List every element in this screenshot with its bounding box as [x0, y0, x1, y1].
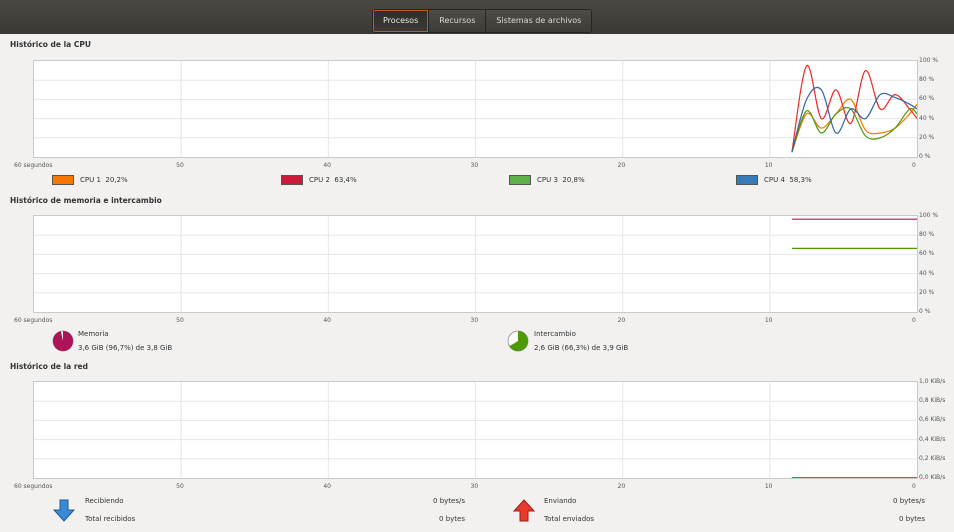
mem-x-tick-label: 0 [912, 317, 916, 324]
memory-history-graph [33, 215, 918, 313]
cpu-y-tick-label: 80 % [919, 76, 935, 84]
net-x-tick-label: 30 [470, 483, 479, 490]
mem-x-tick-label: 10 [764, 317, 773, 324]
net-y-tick-label: 0,4 KiB/s [919, 435, 946, 443]
intercambio-pie-icon[interactable] [507, 330, 529, 352]
cpu-x-tick-label: 30 [470, 162, 479, 169]
net-y-tick-label: 0,8 KiB/s [919, 397, 946, 405]
title-bar: Procesos Recursos Sistemas de archivos [0, 0, 954, 34]
enviando-label: Enviando [544, 497, 577, 505]
total-enviados-value: 0 bytes [899, 515, 925, 523]
cpu1-color-swatch[interactable] [52, 175, 74, 185]
cpu-series-line-4 [791, 86, 917, 153]
cpu-y-tick-label: 60 % [919, 95, 935, 103]
cpu2-value: 63,4% [334, 176, 357, 184]
net-y-tick-label: 1,0 KiB/s [919, 378, 946, 385]
network-history-graph [33, 381, 918, 479]
mem-plot-svg [34, 216, 917, 312]
cpu-y-tick-label: 0 % [919, 153, 931, 160]
mem-y-tick-label: 0 % [919, 308, 931, 315]
cpu-history-graph [33, 60, 918, 158]
net-x-tick-label: 40 [323, 483, 331, 490]
tab-procesos[interactable]: Procesos [373, 10, 430, 32]
tab-recursos[interactable]: Recursos [429, 10, 487, 32]
cpu3-color-swatch[interactable] [509, 175, 531, 185]
cpu-x-tick-label: 0 [912, 162, 916, 169]
total-recibidos-label: Total recibidos [85, 515, 136, 523]
recibiendo-value: 0 bytes/s [433, 497, 465, 505]
cpu-series-line-2 [791, 65, 917, 153]
net-x-tick-label: 20 [617, 483, 626, 490]
intercambio-label: Intercambio [534, 330, 576, 338]
net-plot-svg [34, 382, 917, 478]
net-y-tick-label: 0,0 KiB/s [919, 474, 946, 481]
cpu2-color-swatch[interactable] [281, 175, 303, 185]
legend-cpu2[interactable]: CPU 2 63,4% [281, 175, 357, 185]
memory-section-title: Histórico de memoria e intercambio [10, 196, 162, 205]
cpu-x-tick-label: 10 [764, 162, 773, 169]
mem-x-tick-label: 30 [470, 317, 479, 324]
cpu-x-tick-label: 20 [617, 162, 626, 169]
legend-cpu4[interactable]: CPU 4 58,3% [736, 175, 812, 185]
mem-x-tick-label: 40 [323, 317, 331, 324]
cpu-series-line-1 [791, 98, 917, 153]
total-recibidos-value: 0 bytes [439, 515, 465, 523]
cpu-y-tick-label: 100 % [919, 57, 939, 64]
mem-y-tick-label: 80 % [919, 231, 935, 239]
memoria-pie-icon[interactable] [52, 330, 74, 352]
network-section-title: Histórico de la red [10, 362, 88, 371]
legend-cpu1[interactable]: CPU 1 20,2% [52, 175, 128, 185]
net-y-tick-label: 0,2 KiB/s [919, 454, 946, 462]
mem-y-tick-label: 100 % [919, 212, 939, 219]
total-enviados-label: Total enviados [544, 515, 595, 523]
cpu-y-tick-label: 20 % [919, 133, 935, 141]
mem-x-tick-label: 50 [176, 317, 184, 324]
intercambio-value: 2,6 GiB (66,3%) de 3,9 GiB [534, 344, 629, 352]
cpu2-name: CPU 2 [309, 176, 330, 184]
cpu-section-title: Histórico de la CPU [10, 40, 91, 49]
mem-x-tick-label: 20 [617, 317, 626, 324]
cpu-x-tick-label: 50 [176, 162, 184, 169]
net-x-tick-label: 10 [764, 483, 773, 490]
cpu3-name: CPU 3 [537, 176, 558, 184]
cpu-plot-svg [34, 61, 917, 157]
cpu1-value: 20,2% [105, 176, 128, 184]
memoria-value: 3,6 GiB (96,7%) de 3,8 GiB [78, 344, 173, 352]
net-y-tick-label: 0,6 KiB/s [919, 416, 946, 424]
view-switcher: Procesos Recursos Sistemas de archivos [372, 9, 593, 33]
mem-x-tick-label: 60 segundos [14, 317, 53, 324]
legend-cpu3[interactable]: CPU 3 20,8% [509, 175, 585, 185]
cpu4-color-swatch[interactable] [736, 175, 758, 185]
cpu-y-tick-label: 40 % [919, 114, 935, 122]
cpu-series-line-3 [791, 107, 917, 153]
cpu4-name: CPU 4 [764, 176, 785, 184]
cpu1-name: CPU 1 [80, 176, 101, 184]
cpu4-value: 58,3% [789, 176, 812, 184]
cpu3-value: 20,8% [562, 176, 585, 184]
upload-arrow-icon[interactable] [512, 498, 536, 522]
enviando-value: 0 bytes/s [893, 497, 925, 505]
mem-y-tick-label: 20 % [919, 288, 935, 296]
mem-y-tick-label: 40 % [919, 269, 935, 277]
cpu-x-tick-label: 40 [323, 162, 331, 169]
net-x-tick-label: 50 [176, 483, 184, 490]
memoria-label: Memoria [78, 330, 109, 338]
tab-sistemas-de-archivos[interactable]: Sistemas de archivos [486, 10, 592, 32]
net-x-tick-label: 0 [912, 483, 916, 490]
cpu-x-tick-label: 60 segundos [14, 162, 53, 169]
download-arrow-icon[interactable] [52, 498, 76, 522]
recibiendo-label: Recibiendo [85, 497, 124, 505]
mem-y-tick-label: 60 % [919, 250, 935, 258]
net-x-tick-label: 60 segundos [14, 483, 53, 490]
